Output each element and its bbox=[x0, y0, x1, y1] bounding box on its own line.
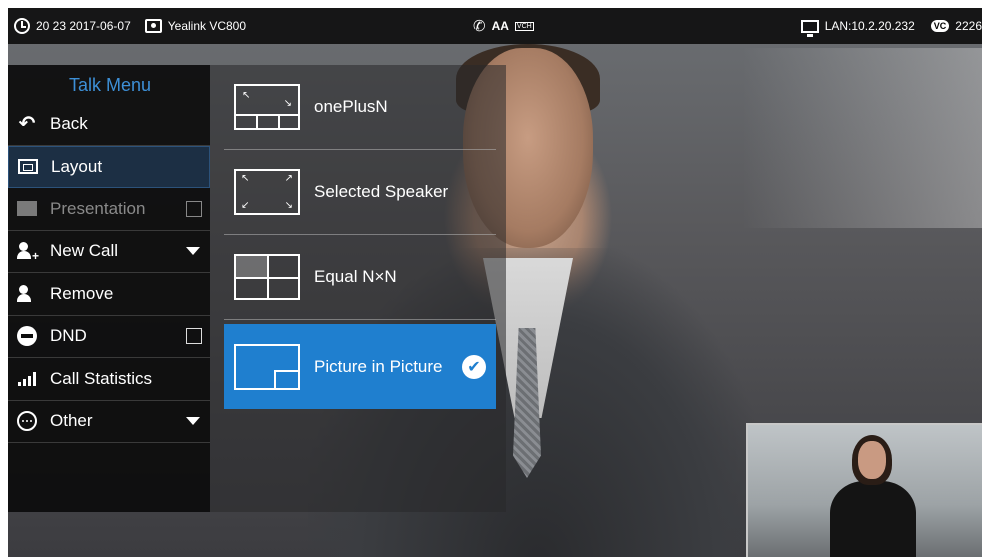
new-call-icon: + bbox=[16, 242, 39, 263]
device-name: Yealink VC800 bbox=[167, 19, 247, 33]
layout-option-label: Selected Speaker bbox=[314, 182, 449, 201]
picture-in-picture-layout-icon bbox=[234, 343, 300, 390]
menu-item-label: Other bbox=[50, 411, 93, 431]
menu-item-label: Layout bbox=[51, 156, 103, 176]
layout-option-oneplusn[interactable]: ↖ ↘ onePlusN bbox=[224, 65, 496, 150]
menu-item-label: Remove bbox=[50, 283, 114, 303]
layout-option-label: Picture in Picture bbox=[314, 356, 443, 376]
menu-item-dnd[interactable]: DND bbox=[8, 316, 210, 358]
menu-item-back[interactable]: ↶ Back bbox=[8, 103, 210, 146]
equal-nxn-layout-icon bbox=[234, 254, 300, 300]
presentation-checkbox[interactable] bbox=[186, 200, 202, 217]
dropdown-arrow-icon bbox=[186, 417, 200, 426]
font-size-icon: AA bbox=[491, 19, 509, 33]
account-number: 2226 bbox=[955, 19, 982, 33]
network-address: LAN:10.2.20.232 bbox=[824, 19, 915, 33]
status-bar: 20 23 2017-06-07 Yealink VC800 ✆ AA VCH … bbox=[8, 8, 982, 44]
dnd-icon bbox=[16, 326, 38, 347]
network-icon bbox=[800, 19, 819, 37]
dnd-checkbox[interactable] bbox=[186, 328, 202, 345]
menu-item-label: Call Statistics bbox=[50, 368, 153, 388]
layout-option-picture-in-picture[interactable]: Picture in Picture ✔ bbox=[224, 324, 496, 409]
layout-option-label: onePlusN bbox=[314, 97, 388, 116]
datetime: 20 23 2017-06-07 bbox=[36, 19, 131, 33]
talk-menu: Talk Menu ↶ Back Layout Presentation + N… bbox=[8, 65, 210, 512]
device-icon bbox=[144, 19, 162, 33]
phone-icon: ✆ bbox=[473, 18, 486, 35]
oneplusn-layout-icon: ↖ ↘ bbox=[234, 84, 300, 130]
menu-item-other[interactable]: Other bbox=[8, 401, 210, 443]
selected-speaker-layout-icon: ↖ ↗ ↙ ↘ bbox=[234, 169, 300, 215]
dropdown-arrow-icon bbox=[186, 247, 200, 256]
checkmark-icon: ✔ bbox=[462, 354, 486, 379]
layout-panel: ↖ ↘ onePlusN ↖ ↗ ↙ ↘ Selected Speaker Eq… bbox=[210, 65, 506, 512]
menu-item-remove[interactable]: Remove bbox=[8, 273, 210, 316]
call-statistics-icon bbox=[16, 370, 38, 388]
menu-item-presentation[interactable]: Presentation bbox=[8, 188, 210, 231]
menu-item-label: DND bbox=[50, 326, 87, 346]
pip-video[interactable] bbox=[746, 423, 982, 557]
menu-item-new-call[interactable]: + New Call bbox=[8, 231, 210, 273]
talk-menu-title: Talk Menu bbox=[68, 75, 152, 95]
menu-item-label: Back bbox=[50, 113, 88, 133]
vc-account-icon: VC bbox=[930, 20, 950, 32]
other-icon bbox=[16, 411, 38, 432]
clock-icon bbox=[14, 18, 30, 34]
menu-item-label: Presentation bbox=[50, 198, 146, 218]
presentation-icon bbox=[16, 200, 38, 218]
layout-option-equal-nxn[interactable]: Equal N×N bbox=[224, 235, 496, 320]
menu-item-layout[interactable]: Layout bbox=[8, 145, 210, 188]
back-icon: ↶ bbox=[18, 112, 36, 135]
menu-item-label: New Call bbox=[50, 241, 119, 261]
remove-icon bbox=[16, 284, 38, 303]
layout-option-selected-speaker[interactable]: ↖ ↗ ↙ ↘ Selected Speaker bbox=[224, 150, 496, 235]
layout-icon bbox=[17, 158, 39, 176]
menu-item-call-statistics[interactable]: Call Statistics bbox=[8, 358, 210, 401]
vch-icon: VCH bbox=[514, 21, 534, 31]
layout-option-label: Equal N×N bbox=[314, 267, 397, 286]
